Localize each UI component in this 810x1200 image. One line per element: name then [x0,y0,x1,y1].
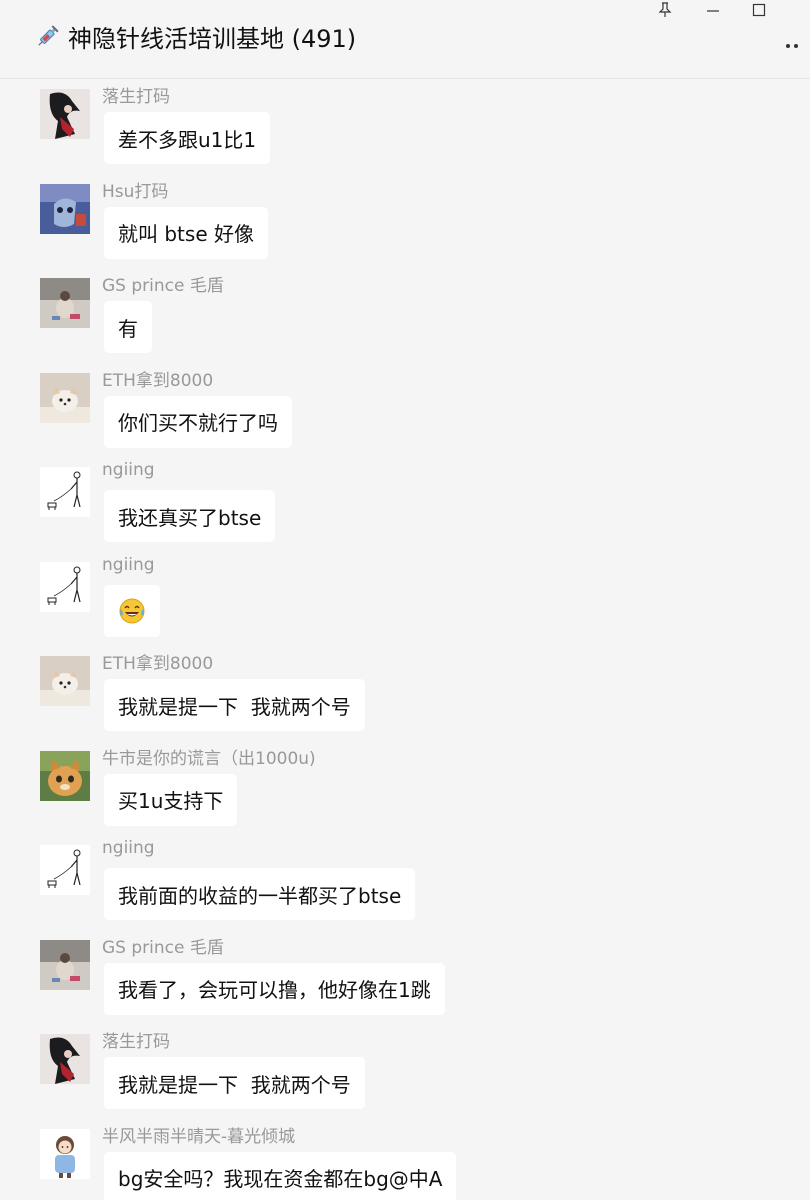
avatar-stick-figure-dog[interactable] [40,845,90,895]
minimize-icon [707,10,719,12]
minimize-button[interactable] [690,0,736,20]
message-bubble[interactable]: 我前面的收益的一半都买了btse [104,868,416,920]
message-bubble[interactable]: 你们买不就行了吗 [104,395,292,448]
sender-name: ngiing [102,838,155,858]
message-bubble[interactable]: 差不多跟u1比1 [104,112,271,164]
avatar-dark-figure[interactable] [40,89,90,139]
avatar-orange-cat[interactable] [40,750,90,801]
sender-name: Hsu打码 [102,181,169,202]
avatar-cartoon-girl[interactable] [40,1128,90,1179]
message-bubble[interactable]: 买1u支持下 [104,773,238,826]
avatar-sitting-person[interactable] [40,278,90,328]
avatar-stick-figure-dog[interactable] [40,561,90,612]
sender-name: 落生打码 [102,1032,170,1052]
chat-window: 神隐针线活培训基地 (491) 落生打码 差不多跟u1比1 Hsu打码 就叫 b… [0,0,810,1200]
chat-header: 神隐针线活培训基地 (491) [0,0,810,79]
sender-name: 牛市是你的谎言（出1000u) [102,748,316,769]
avatar-stick-figure-dog[interactable] [40,467,90,517]
message-bubble[interactable]: bg安全吗？我现在资金都在bg@中A [104,1151,457,1200]
message-item: GS prince 毛盾 有 [0,268,810,362]
sender-name: GS prince 毛盾 [102,276,224,296]
message-item: 落生打码 我就是提一下 我就两个号 [0,1024,810,1118]
message-item: ngiing 我前面的收益的一半都买了btse [0,835,810,929]
message-bubble[interactable] [104,584,160,637]
message-bubble[interactable]: 有 [104,301,152,353]
message-bubble[interactable]: 我就是提一下 我就两个号 [104,1057,365,1109]
message-item: GS prince 毛盾 我看了，会玩可以撸，他好像在1跳 [0,930,810,1024]
syringe-icon [38,25,59,46]
message-item: 牛市是你的谎言（出1000u) 买1u支持下 [0,741,810,835]
message-item: ETH拿到8000 你们买不就行了吗 [0,363,810,457]
sender-name: 半风半雨半晴天-暮光倾城 [102,1126,296,1147]
message-item: ETH拿到8000 我就是提一下 我就两个号 [0,646,810,740]
chat-title-group: 神隐针线活培训基地 (491) [34,18,356,54]
pin-button[interactable] [642,0,688,20]
sender-name: ngiing [102,460,155,480]
more-button[interactable] [786,36,810,56]
sender-name: ETH拿到8000 [102,654,214,674]
sender-name: ETH拿到8000 [102,370,214,391]
sender-name: ngiing [102,554,155,575]
message-item: ngiing 我还真买了btse [0,457,810,551]
message-bubble[interactable]: 就叫 btse 好像 [104,206,268,259]
message-list[interactable]: 落生打码 差不多跟u1比1 Hsu打码 就叫 btse 好像 GS prince… [0,79,810,1200]
message-bubble[interactable]: 我就是提一下 我就两个号 [104,679,365,731]
chat-title: 神隐针线活培训基地 (491) [68,24,357,53]
message-item: Hsu打码 就叫 btse 好像 [0,174,810,268]
message-item: 落生打码 差不多跟u1比1 [0,79,810,173]
sender-name: GS prince 毛盾 [102,937,224,958]
avatar-white-dog[interactable] [40,372,90,423]
avatar-sitting-person[interactable] [40,939,90,990]
avatar-blue-cartoon[interactable] [40,183,90,234]
message-item: ngiing [0,552,810,646]
more-icon-dot [794,44,798,48]
sender-name: 落生打码 [102,87,170,107]
avatar-dark-figure[interactable] [40,1034,90,1084]
pin-icon [658,2,672,17]
more-icon-dot [786,44,790,48]
maximize-icon [752,3,766,17]
avatar-white-dog[interactable] [40,656,90,706]
message-bubble[interactable]: 我还真买了btse [104,490,276,542]
laughing-tears-emoji-icon [119,598,145,623]
maximize-button[interactable] [736,0,782,20]
message-item: 半风半雨半晴天-暮光倾城 bg安全吗？我现在资金都在bg@中A [0,1119,810,1200]
message-bubble[interactable]: 我看了，会玩可以撸，他好像在1跳 [104,962,445,1015]
